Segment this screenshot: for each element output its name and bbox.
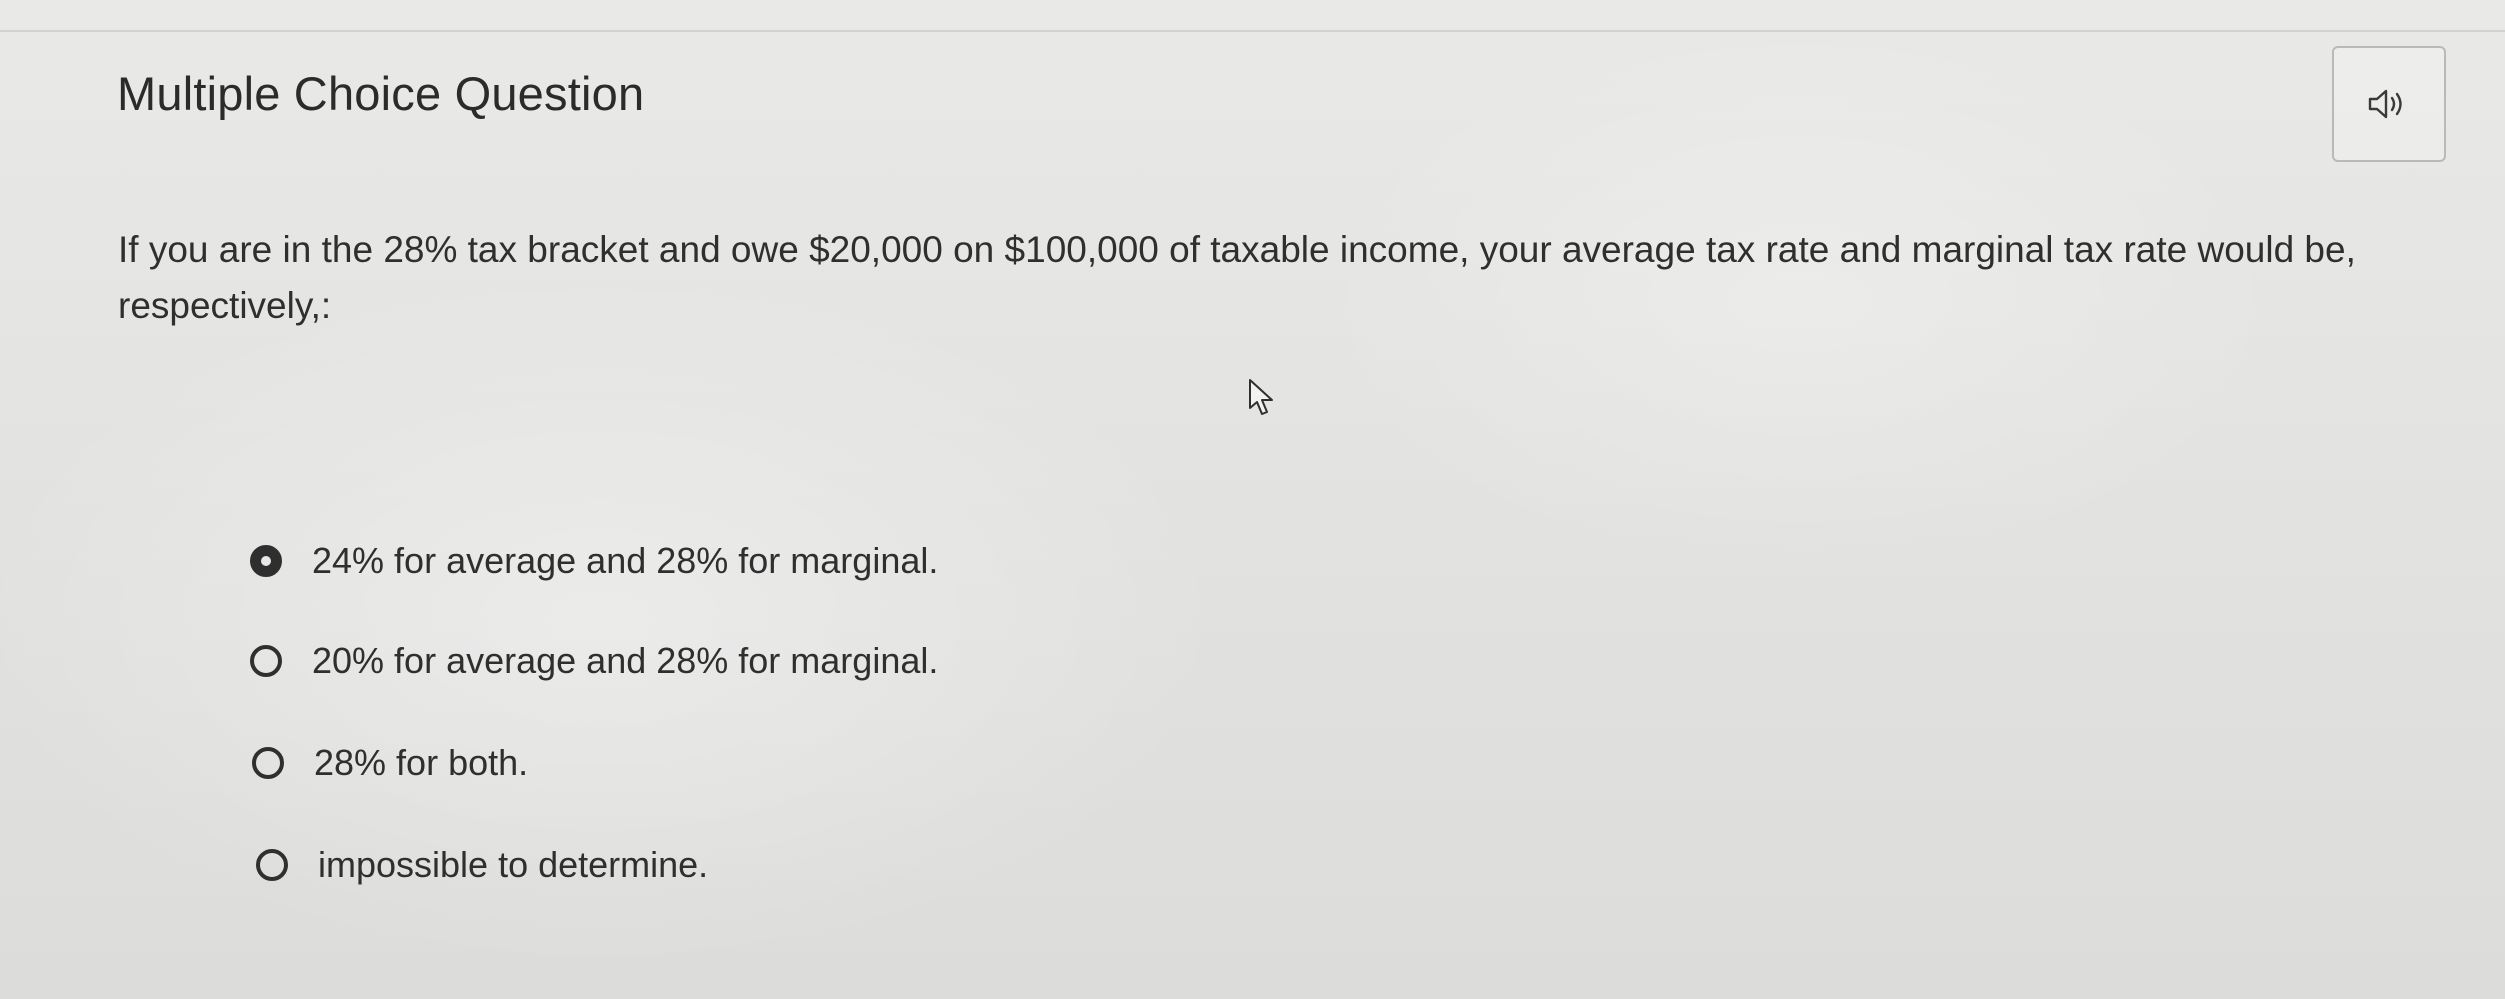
- top-divider: [0, 30, 2505, 32]
- radio-selected-icon[interactable]: [250, 545, 282, 577]
- answer-option-label: 20% for average and 28% for marginal.: [312, 640, 939, 681]
- question-header: Multiple Choice Question: [117, 67, 645, 120]
- radio-unselected-icon[interactable]: [256, 849, 288, 881]
- radio-unselected-icon[interactable]: [250, 645, 282, 677]
- answer-option-label: impossible to determine.: [318, 844, 709, 885]
- mouse-cursor-icon: [1249, 379, 1273, 415]
- answer-option-label: 28% for both.: [314, 742, 529, 783]
- question-screen: Multiple Choice Question If you are in t…: [0, 0, 2505, 999]
- speaker-icon: [2368, 89, 2402, 119]
- question-prompt: If you are in the 28% tax bracket and ow…: [118, 229, 2356, 326]
- answer-option-label: 24% for average and 28% for marginal.: [312, 540, 939, 581]
- read-aloud-button[interactable]: [2332, 46, 2446, 162]
- answer-option-2[interactable]: 20% for average and 28% for marginal.: [250, 640, 938, 682]
- radio-unselected-icon[interactable]: [252, 747, 284, 779]
- answer-option-1[interactable]: 24% for average and 28% for marginal.: [250, 540, 938, 582]
- answer-option-4[interactable]: impossible to determine.: [256, 844, 708, 886]
- answer-option-3[interactable]: 28% for both.: [252, 742, 528, 784]
